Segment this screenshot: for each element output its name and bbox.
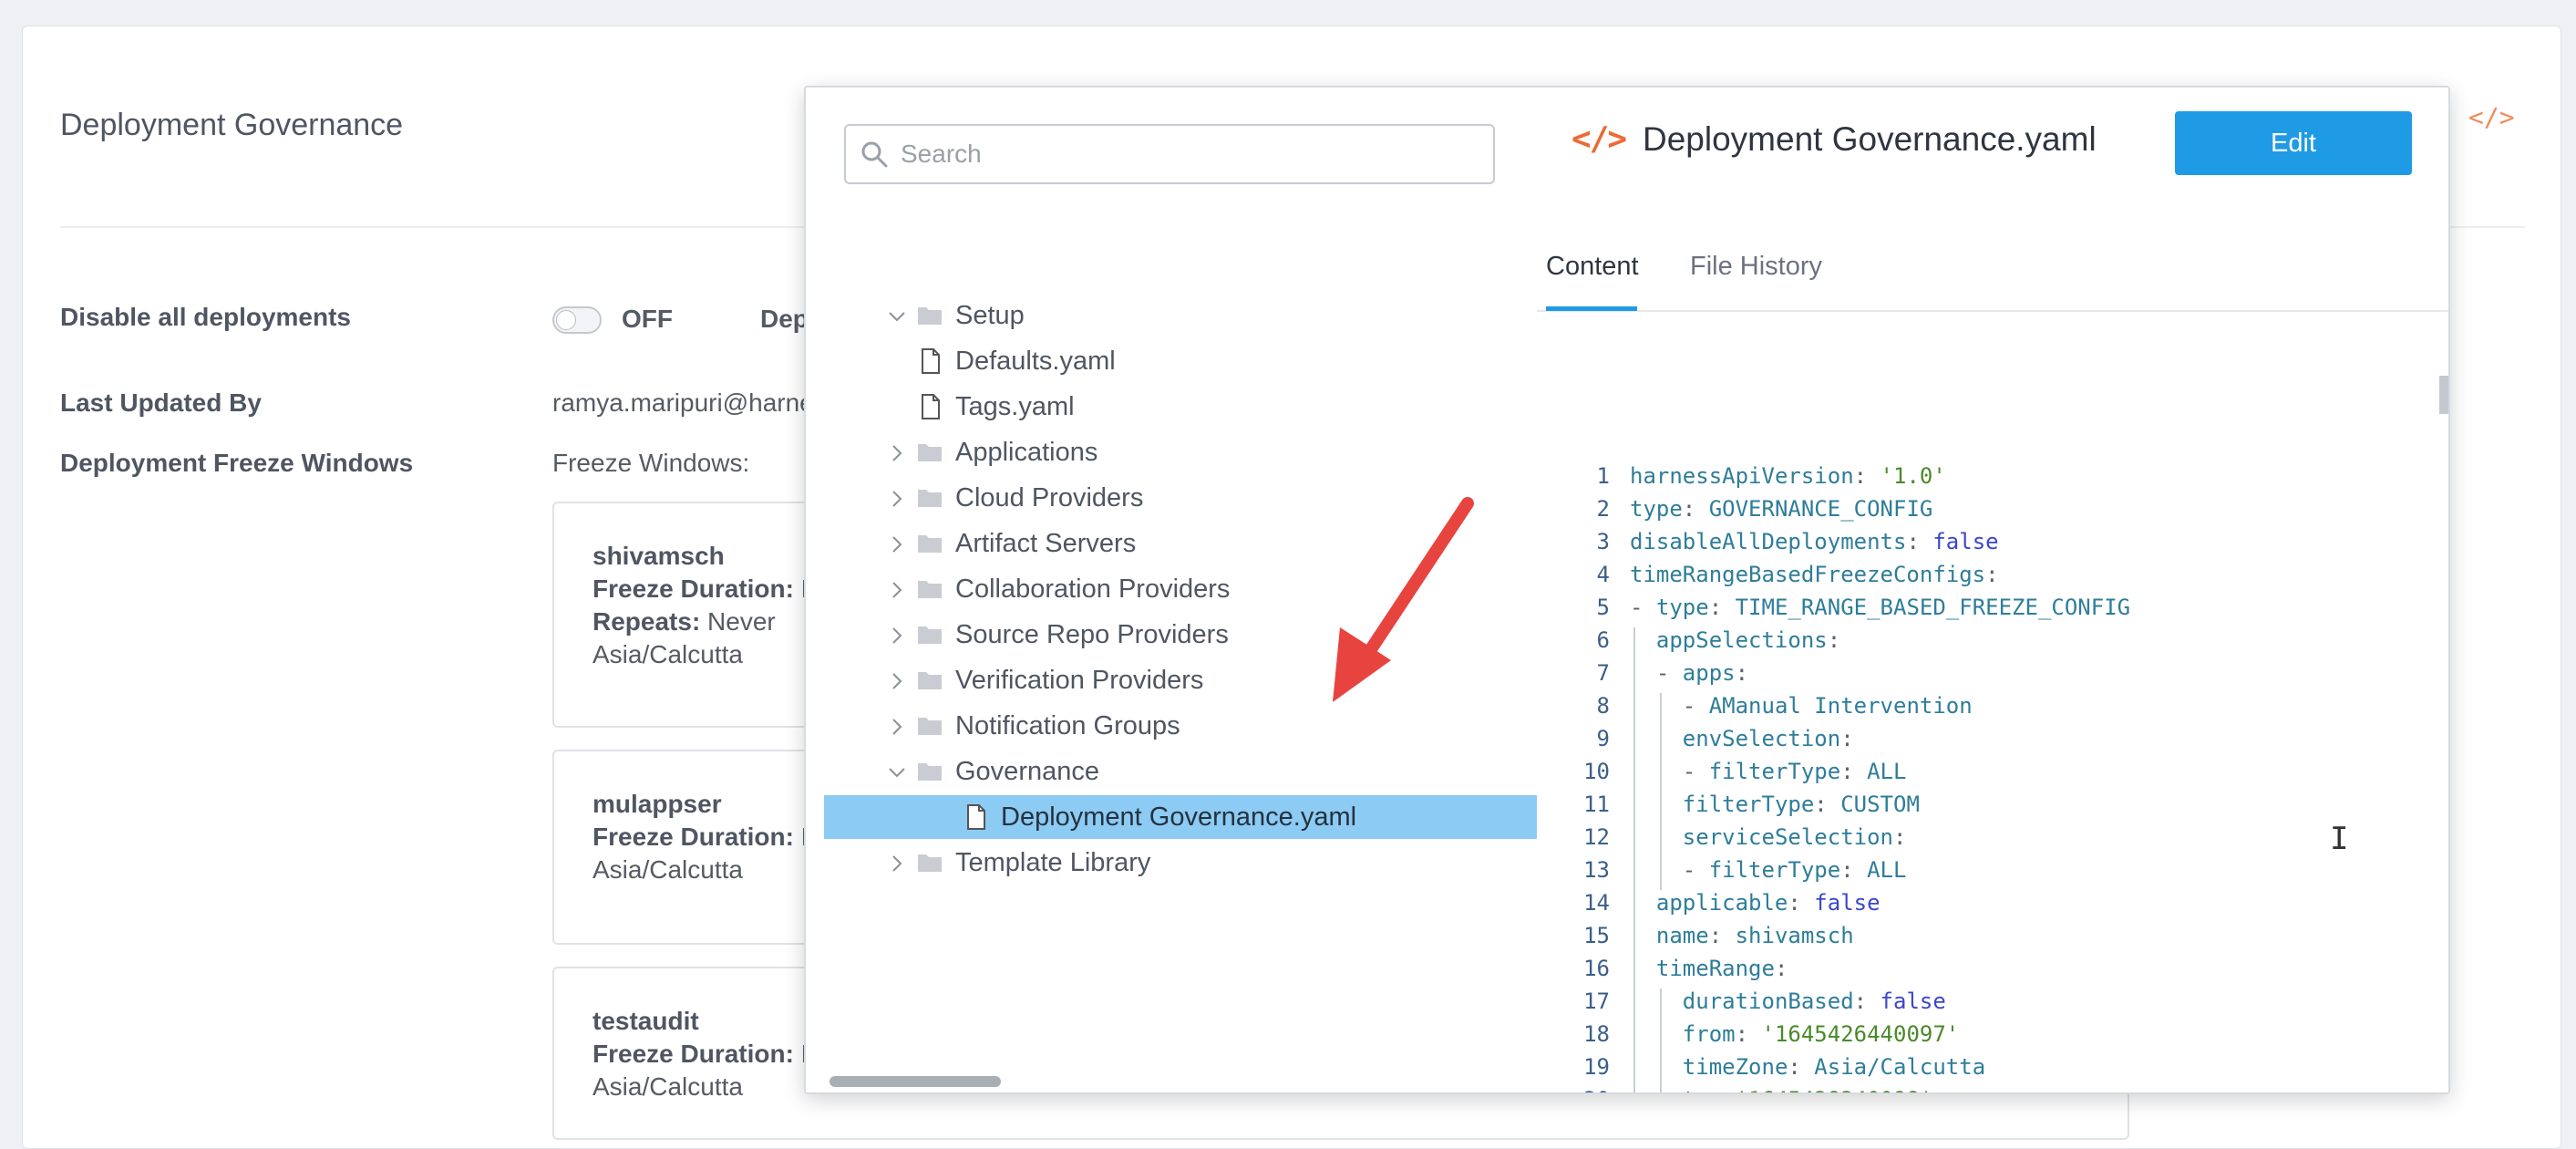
annotation-arrow	[1333, 497, 1474, 702]
text-cursor-icon: I	[2330, 821, 2349, 857]
arrow-shaft	[1361, 497, 1474, 661]
